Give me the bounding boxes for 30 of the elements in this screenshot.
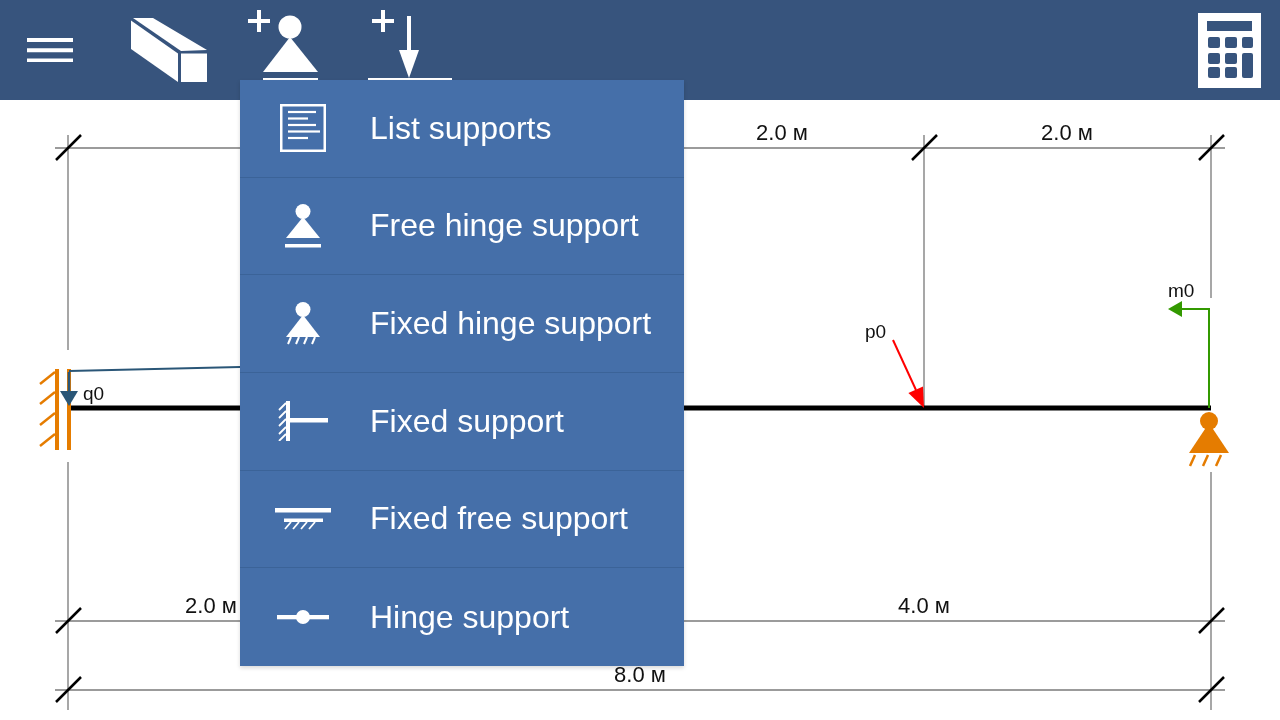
dimension-label: 2.0 м	[756, 120, 808, 145]
hinge-icon	[277, 610, 329, 625]
pin-support-icon	[1188, 412, 1229, 467]
menu-item[interactable]: Fixed support	[240, 372, 684, 471]
beam-icon	[131, 18, 207, 82]
calculator-icon	[1198, 12, 1261, 88]
pin-support-icon	[285, 302, 321, 346]
load-label: q0	[83, 383, 105, 404]
add-support-button[interactable]	[248, 10, 318, 80]
fixed-support-icon	[39, 369, 71, 450]
fixed-support-icon	[278, 401, 328, 442]
dimension-label: 2.0 м	[1041, 120, 1093, 145]
dimension-label: 2.0 м	[185, 593, 237, 618]
add-load-icon	[368, 10, 452, 80]
add-load-button[interactable]	[368, 10, 452, 80]
load-label: m0	[1168, 280, 1195, 301]
menu-icon	[27, 37, 73, 63]
load-label: p0	[865, 321, 887, 342]
document-icon	[280, 104, 326, 153]
menu-item[interactable]: List supports	[240, 80, 684, 178]
sliding-support-icon	[275, 507, 331, 530]
roller-support-icon	[285, 204, 321, 248]
menu-button[interactable]	[27, 37, 73, 63]
menu-item[interactable]: Fixed free support	[240, 470, 684, 569]
calculator-button[interactable]	[1198, 12, 1261, 88]
add-support-icon	[248, 10, 318, 80]
beam-button[interactable]	[131, 18, 207, 82]
menu-item[interactable]: Fixed hinge support	[240, 275, 684, 373]
dimension-label: 4.0 м	[898, 593, 950, 618]
menu-item[interactable]: Free hinge support	[240, 177, 684, 276]
